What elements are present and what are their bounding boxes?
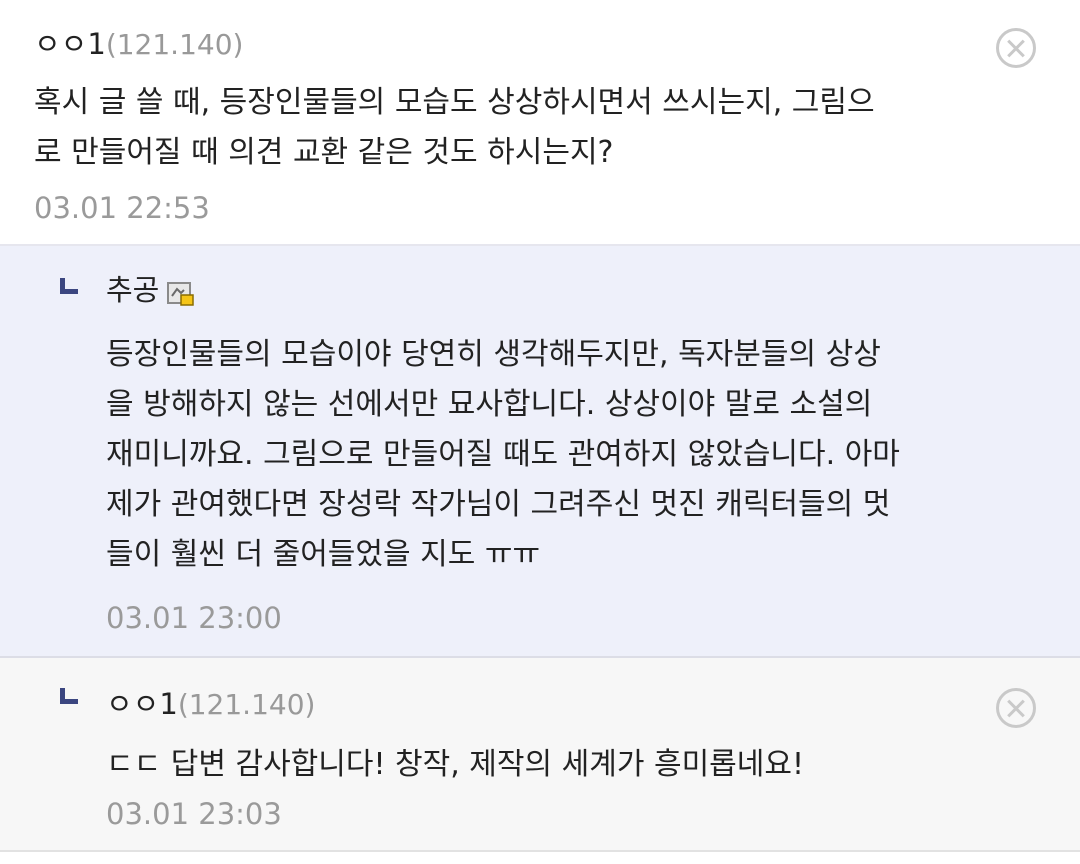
author-nickname: ㅇㅇ1 <box>106 687 178 721</box>
comment-item: ㅇㅇ1(121.140) 혹시 글 쓸 때, 등장인물들의 모습도 상상하시면서… <box>0 0 1080 246</box>
close-icon[interactable] <box>996 28 1036 68</box>
reply-arrow-icon <box>60 688 78 704</box>
author-nickname: 추공 <box>106 273 160 307</box>
comment-author[interactable]: ㅇㅇ1(121.140) <box>34 24 243 65</box>
comment-date: 03.01 22:53 <box>34 191 210 225</box>
reply-arrow-icon <box>60 278 78 294</box>
comment-text: 등장인물들의 모습이야 당연히 생각해두지만, 독자분들의 상상 을 방해하지 … <box>106 337 900 572</box>
author-ip: (121.140) <box>177 688 316 721</box>
comment-date: 03.01 23:00 <box>106 601 282 635</box>
comment-text: ㄷㄷ 답변 감사합니다! 창작, 제작의 세계가 흥미롭네요! <box>106 747 805 782</box>
reply-item: ㅇㅇ1(121.140) ㄷㄷ 답변 감사합니다! 창작, 제작의 세계가 흥미… <box>0 658 1080 852</box>
reply-item: 추공 등장인물들의 모습이야 당연히 생각해두지만, 독자분들의 상상 을 방해… <box>0 246 1080 658</box>
author-badge-icon <box>167 277 195 306</box>
comment-date: 03.01 23:03 <box>106 797 282 831</box>
author-ip: (121.140) <box>105 28 244 61</box>
author-nickname: ㅇㅇ1 <box>34 27 106 61</box>
comment-text: 혹시 글 쓸 때, 등장인물들의 모습도 상상하시면서 쓰시는지, 그림으 로 … <box>34 85 875 170</box>
comment-author[interactable]: 추공 <box>106 270 195 310</box>
comment-author[interactable]: ㅇㅇ1(121.140) <box>106 684 315 725</box>
close-icon[interactable] <box>996 688 1036 728</box>
